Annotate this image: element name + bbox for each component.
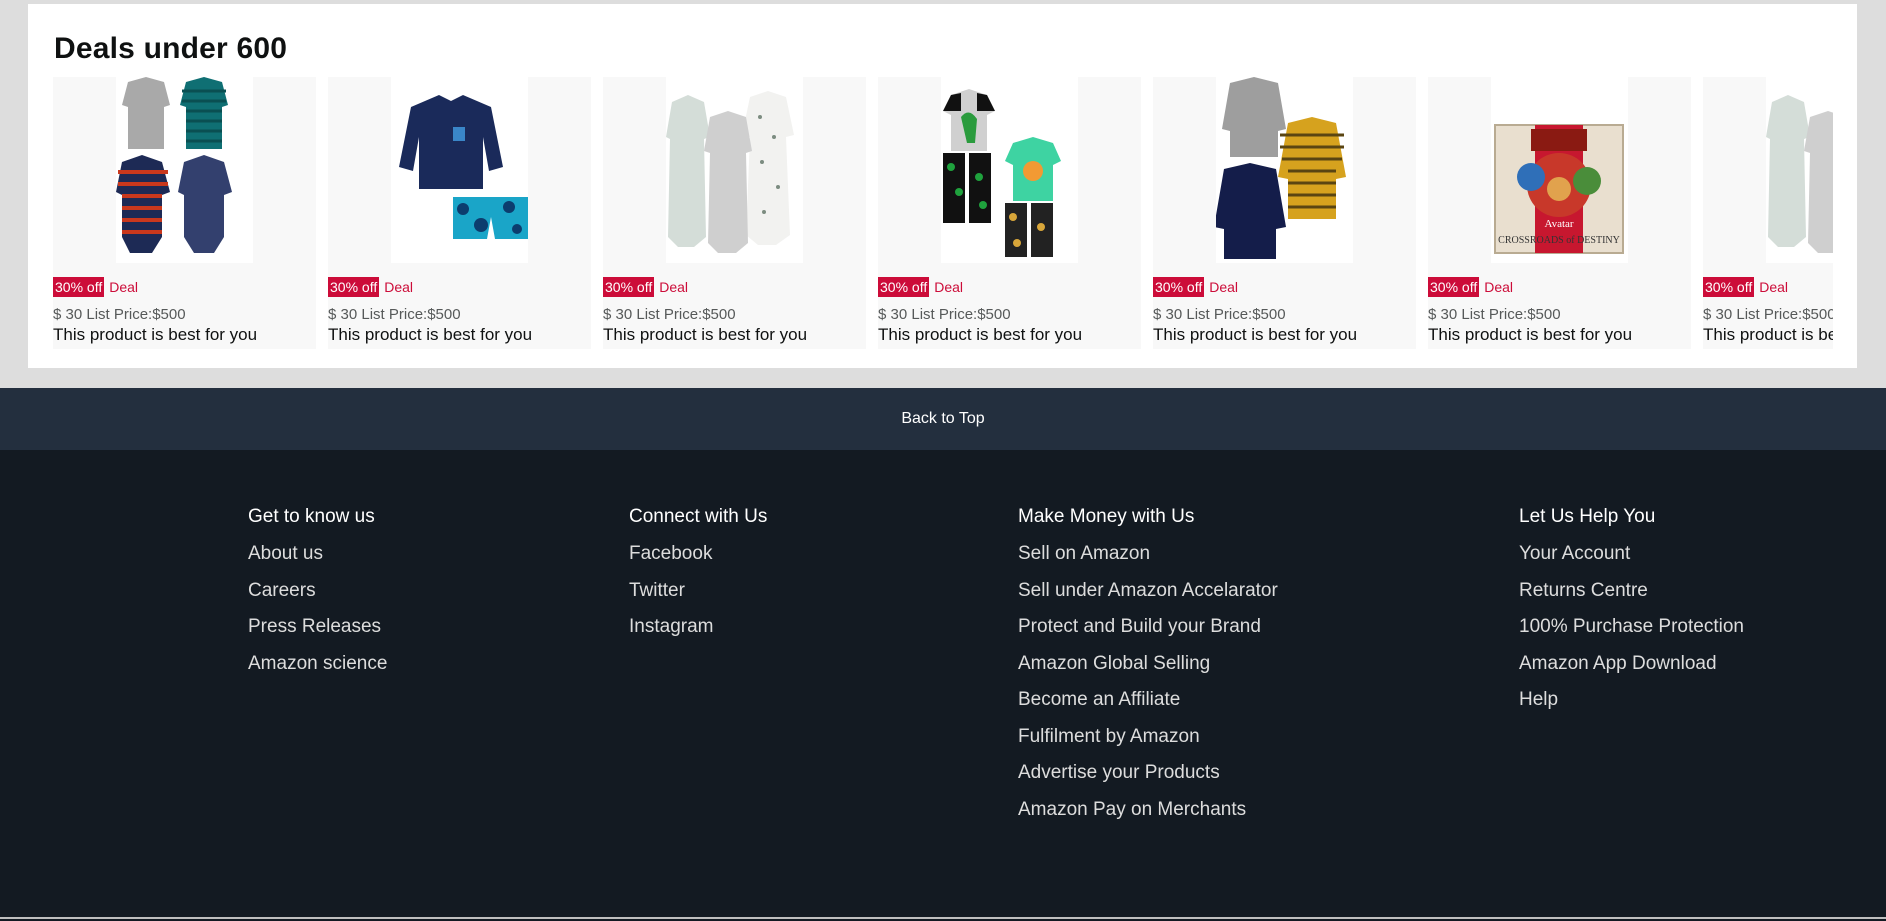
deals-title: Deals under 600: [54, 32, 288, 65]
product-image[interactable]: [666, 77, 803, 263]
product-description[interactable]: This product is best for you: [603, 325, 807, 345]
price-line: $ 30 List Price:$500: [328, 306, 461, 323]
footer-link-sell-on-amazon[interactable]: Sell on Amazon: [1018, 536, 1278, 573]
footer-heading: Make Money with Us: [1018, 506, 1195, 527]
product-description[interactable]: This product is best for you: [53, 325, 257, 345]
back-to-top-button[interactable]: Back to Top: [0, 388, 1886, 450]
product-description[interactable]: This product is best for you: [1703, 325, 1833, 345]
product-description[interactable]: This product is best for you: [1428, 325, 1632, 345]
product-image[interactable]: [116, 77, 253, 263]
price-line: $ 30 List Price:$500: [1428, 306, 1561, 323]
footer-heading: Let Us Help You: [1519, 506, 1656, 527]
deal-label: Deal: [109, 279, 139, 295]
footer-column-make-money: Make Money with Us Sell on Amazon Sell u…: [1018, 506, 1278, 828]
product-description[interactable]: This product is best for you: [328, 325, 532, 345]
deal-label: Deal: [934, 279, 964, 295]
footer: Get to know us About us Careers Press Re…: [0, 450, 1886, 921]
price-line: $ 30 List Price:$500: [1153, 306, 1286, 323]
deal-label: Deal: [659, 279, 689, 295]
discount-badge: 30% off: [53, 277, 105, 297]
product-card[interactable]: 30% off Deal $ 30 List Price:$500 This p…: [328, 77, 591, 349]
product-carousel[interactable]: 30% off Deal $ 30 List Price:$500 This p…: [53, 77, 1833, 349]
svg-text:CROSSROADS of DESTINY: CROSSROADS of DESTINY: [1498, 235, 1620, 246]
price-line: $ 30 List Price:$500: [53, 306, 186, 323]
footer-link-amazon-accelarator[interactable]: Sell under Amazon Accelarator: [1018, 573, 1278, 610]
footer-link-advertise[interactable]: Advertise your Products: [1018, 755, 1278, 792]
footer-column-connect-with-us: Connect with Us Facebook Twitter Instagr…: [629, 506, 767, 646]
discount-badge: 30% off: [603, 277, 655, 297]
footer-divider: [0, 917, 1886, 919]
footer-heading: Get to know us: [248, 506, 375, 527]
footer-link-press-releases[interactable]: Press Releases: [248, 609, 387, 646]
product-card[interactable]: 30% off Deal $ 30 List Price:$500 This p…: [1703, 77, 1833, 349]
footer-link-returns-centre[interactable]: Returns Centre: [1519, 573, 1744, 610]
discount-badge: 30% off: [328, 277, 380, 297]
product-image[interactable]: [391, 77, 528, 263]
footer-link-twitter[interactable]: Twitter: [629, 573, 767, 610]
footer-link-your-account[interactable]: Your Account: [1519, 536, 1744, 573]
deal-label: Deal: [384, 279, 414, 295]
footer-link-protect-brand[interactable]: Protect and Build your Brand: [1018, 609, 1278, 646]
footer-link-careers[interactable]: Careers: [248, 573, 387, 610]
footer-link-help[interactable]: Help: [1519, 682, 1744, 719]
discount-badge: 30% off: [1703, 277, 1755, 297]
svg-text:Avatar: Avatar: [1544, 218, 1573, 230]
footer-link-app-download[interactable]: Amazon App Download: [1519, 646, 1744, 683]
product-image[interactable]: Avatar CROSSROADS of DESTINY: [1491, 77, 1628, 263]
product-card[interactable]: 30% off Deal $ 30 List Price:$500 This p…: [53, 77, 316, 349]
deal-label: Deal: [1759, 279, 1789, 295]
deal-label: Deal: [1209, 279, 1239, 295]
price-line: $ 30 List Price:$500: [603, 306, 736, 323]
product-image[interactable]: [941, 77, 1078, 263]
footer-link-about-us[interactable]: About us: [248, 536, 387, 573]
product-description[interactable]: This product is best for you: [1153, 325, 1357, 345]
product-card[interactable]: 30% off Deal $ 30 List Price:$500 This p…: [603, 77, 866, 349]
footer-link-fulfilment[interactable]: Fulfilment by Amazon: [1018, 719, 1278, 756]
footer-column-help: Let Us Help You Your Account Returns Cen…: [1519, 506, 1744, 719]
footer-link-amazon-science[interactable]: Amazon science: [248, 646, 387, 683]
footer-heading: Connect with Us: [629, 506, 768, 527]
product-image[interactable]: [1216, 77, 1353, 263]
footer-link-purchase-protection[interactable]: 100% Purchase Protection: [1519, 609, 1744, 646]
footer-link-facebook[interactable]: Facebook: [629, 536, 767, 573]
product-card[interactable]: 30% off Deal $ 30 List Price:$500 This p…: [1153, 77, 1416, 349]
footer-link-become-affiliate[interactable]: Become an Affiliate: [1018, 682, 1278, 719]
deal-label: Deal: [1484, 279, 1514, 295]
price-line: $ 30 List Price:$500: [878, 306, 1011, 323]
discount-badge: 30% off: [1153, 277, 1205, 297]
footer-link-instagram[interactable]: Instagram: [629, 609, 767, 646]
footer-link-amazon-pay[interactable]: Amazon Pay on Merchants: [1018, 792, 1278, 829]
footer-link-global-selling[interactable]: Amazon Global Selling: [1018, 646, 1278, 683]
footer-column-get-to-know-us: Get to know us About us Careers Press Re…: [248, 506, 387, 682]
product-card[interactable]: Avatar CROSSROADS of DESTINY 30% off Dea…: [1428, 77, 1691, 349]
discount-badge: 30% off: [878, 277, 930, 297]
product-card[interactable]: 30% off Deal $ 30 List Price:$500 This p…: [878, 77, 1141, 349]
product-image[interactable]: [1766, 77, 1833, 263]
deals-section: Deals under 600 30% off Deal $ 30 List P…: [28, 4, 1857, 368]
product-description[interactable]: This product is best for you: [878, 325, 1082, 345]
discount-badge: 30% off: [1428, 277, 1480, 297]
price-line: $ 30 List Price:$500: [1703, 306, 1833, 323]
